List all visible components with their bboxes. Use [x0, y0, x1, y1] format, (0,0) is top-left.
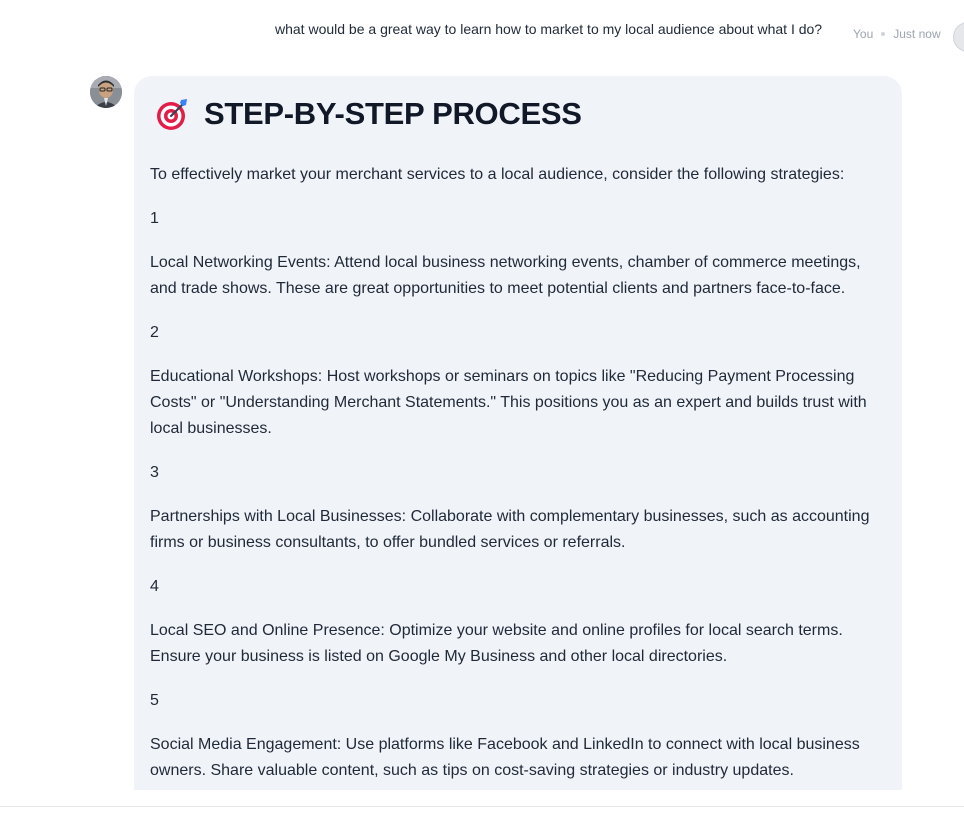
assistant-message-bubble: STEP-BY-STEP PROCESS To effectively mark…	[134, 76, 902, 790]
step-number: 2	[150, 324, 159, 341]
intro-paragraph: To effectively market your merchant serv…	[150, 166, 845, 183]
step-text: Local SEO and Online Presence: Optimize …	[150, 622, 843, 665]
user-message-row: what would be a great way to learn how t…	[0, 20, 964, 52]
target-dart-icon	[157, 99, 187, 130]
message-author: You	[853, 27, 874, 41]
step-number: 1	[150, 210, 159, 227]
message-meta: You Just now	[853, 27, 941, 41]
heading-title: STEP-BY-STEP PROCESS	[204, 96, 582, 131]
assistant-avatar-image	[90, 76, 122, 108]
step-text: Partnerships with Local Businesses: Coll…	[150, 508, 870, 551]
message-timestamp: Just now	[893, 27, 941, 41]
assistant-avatar[interactable]	[90, 76, 122, 108]
response-heading: STEP-BY-STEP PROCESS	[154, 96, 582, 132]
bottom-divider	[0, 806, 964, 807]
step-text: Local Networking Events: Attend local bu…	[150, 254, 861, 297]
meta-separator-dot	[881, 32, 886, 36]
step-text: Educational Workshops: Host workshops or…	[150, 368, 867, 437]
response-content: To effectively market your merchant serv…	[150, 162, 890, 790]
step-number: 3	[150, 464, 159, 481]
step-number: 4	[150, 578, 159, 595]
user-avatar[interactable]	[953, 22, 964, 52]
step-number: 5	[150, 692, 159, 709]
user-message-text: what would be a great way to learn how t…	[275, 21, 823, 37]
step-text: Social Media Engagement: Use platforms l…	[150, 736, 860, 779]
